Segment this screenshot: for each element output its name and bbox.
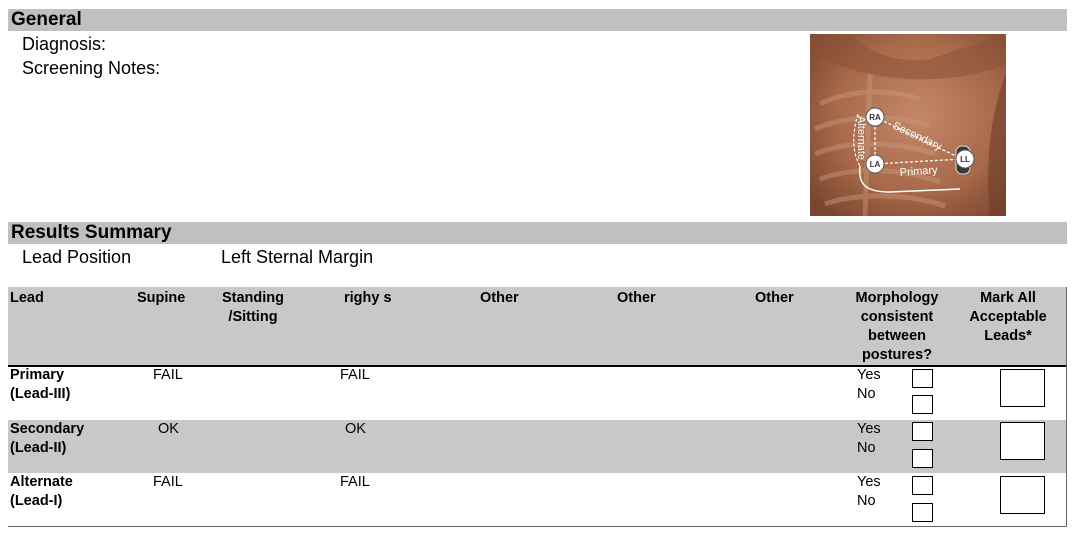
- header-other-1: Other: [480, 290, 519, 306]
- lead-name: Secondary: [10, 421, 85, 437]
- lead-name: Alternate: [10, 474, 73, 490]
- diagnosis-label: Diagnosis:: [22, 34, 107, 54]
- custom-posture-result: FAIL: [340, 474, 370, 490]
- table-row: Secondary (Lead-II) OK OK Yes No: [8, 420, 1067, 473]
- morphology-no-checkbox[interactable]: [912, 503, 933, 522]
- lead-code: (Lead-I): [10, 493, 63, 509]
- electrode-ra-label: RA: [869, 113, 881, 122]
- lead-code: (Lead-III): [10, 386, 71, 402]
- lead-name: Primary: [10, 367, 65, 383]
- acceptable-lead-checkbox[interactable]: [1000, 422, 1045, 460]
- morphology-no-checkbox[interactable]: [912, 395, 933, 414]
- custom-posture-result: OK: [345, 421, 366, 437]
- acceptable-lead-checkbox[interactable]: [1000, 476, 1045, 514]
- lead-position-value: Left Sternal Margin: [221, 247, 374, 267]
- lead-code: (Lead-II): [10, 440, 67, 456]
- electrode-ll-label: LL: [960, 155, 970, 164]
- results-table: Lead Supine Standing /Sitting righy s Ot…: [8, 287, 1067, 527]
- screening-notes-label: Screening Notes:: [22, 58, 161, 78]
- morphology-yes-checkbox[interactable]: [912, 369, 933, 388]
- results-section-header: Results Summary: [8, 222, 1067, 244]
- header-other-3: Other: [755, 290, 794, 306]
- custom-posture-result: FAIL: [340, 367, 370, 383]
- header-mark-acceptable-leads: Mark All Acceptable Leads*: [969, 290, 1047, 344]
- table-row: Alternate (Lead-I) FAIL FAIL Yes No: [8, 473, 1067, 526]
- morphology-yes-checkbox[interactable]: [912, 476, 933, 495]
- morphology-no-label: No: [857, 440, 876, 456]
- acceptable-lead-checkbox[interactable]: [1000, 369, 1045, 407]
- general-section-header: General: [8, 9, 1067, 31]
- header-morphology-consistent: Morphology consistent between postures?: [855, 290, 939, 363]
- results-title: Results Summary: [11, 222, 172, 243]
- supine-result: OK: [158, 421, 179, 437]
- table-header: Lead Supine Standing /Sitting righy s Ot…: [8, 287, 1067, 367]
- header-custom-posture: righy s: [344, 290, 392, 306]
- header-lead: Lead: [10, 290, 44, 306]
- chest-lead-placement-illustration: RA LA LL Secondary Alternate Primary: [810, 34, 1006, 216]
- morphology-yes-label: Yes: [857, 421, 881, 437]
- supine-result: FAIL: [153, 367, 183, 383]
- morphology-no-label: No: [857, 386, 876, 402]
- vector-alternate-label: Alternate: [855, 116, 867, 160]
- morphology-yes-label: Yes: [857, 474, 881, 490]
- general-title: General: [11, 9, 82, 30]
- morphology-yes-label: Yes: [857, 367, 881, 383]
- electrode-la-label: LA: [870, 160, 881, 169]
- morphology-no-checkbox[interactable]: [912, 449, 933, 468]
- header-other-2: Other: [617, 290, 656, 306]
- header-standing-sitting: Standing /Sitting: [221, 290, 285, 325]
- morphology-no-label: No: [857, 493, 876, 509]
- table-row: Primary (Lead-III) FAIL FAIL Yes No: [8, 367, 1067, 420]
- header-supine: Supine: [137, 290, 186, 306]
- morphology-yes-checkbox[interactable]: [912, 422, 933, 441]
- lead-position-label: Lead Position: [22, 247, 132, 267]
- supine-result: FAIL: [153, 474, 183, 490]
